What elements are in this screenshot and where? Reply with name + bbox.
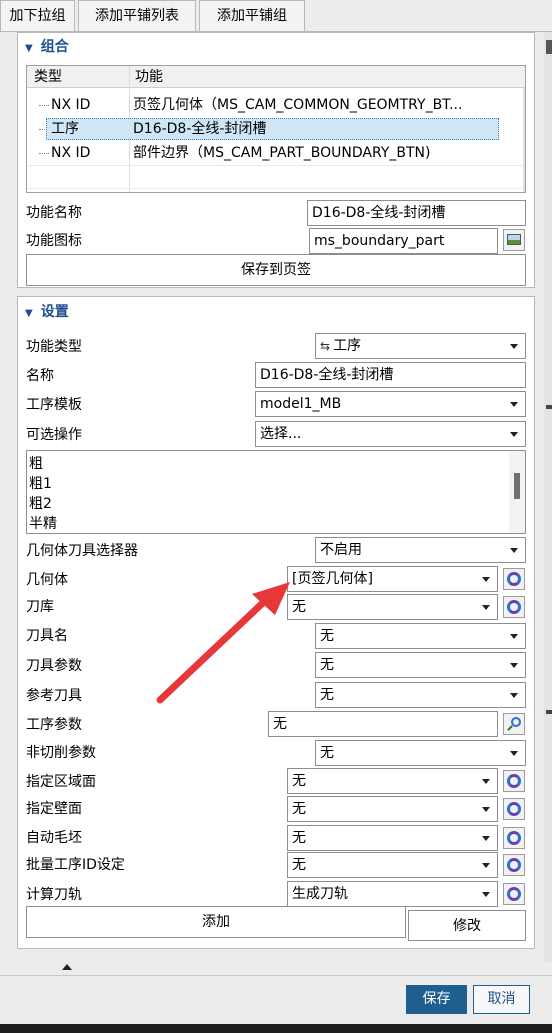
save-button[interactable]: 保存: [406, 985, 467, 1014]
footer-divider: [0, 975, 552, 976]
arrow-shaft: [156, 594, 272, 704]
splitter-up-icon[interactable]: [62, 964, 72, 970]
bottom-taskbar-strip: [0, 1024, 552, 1033]
cancel-button[interactable]: 取消: [473, 985, 530, 1014]
annotation-arrow: [156, 582, 290, 704]
